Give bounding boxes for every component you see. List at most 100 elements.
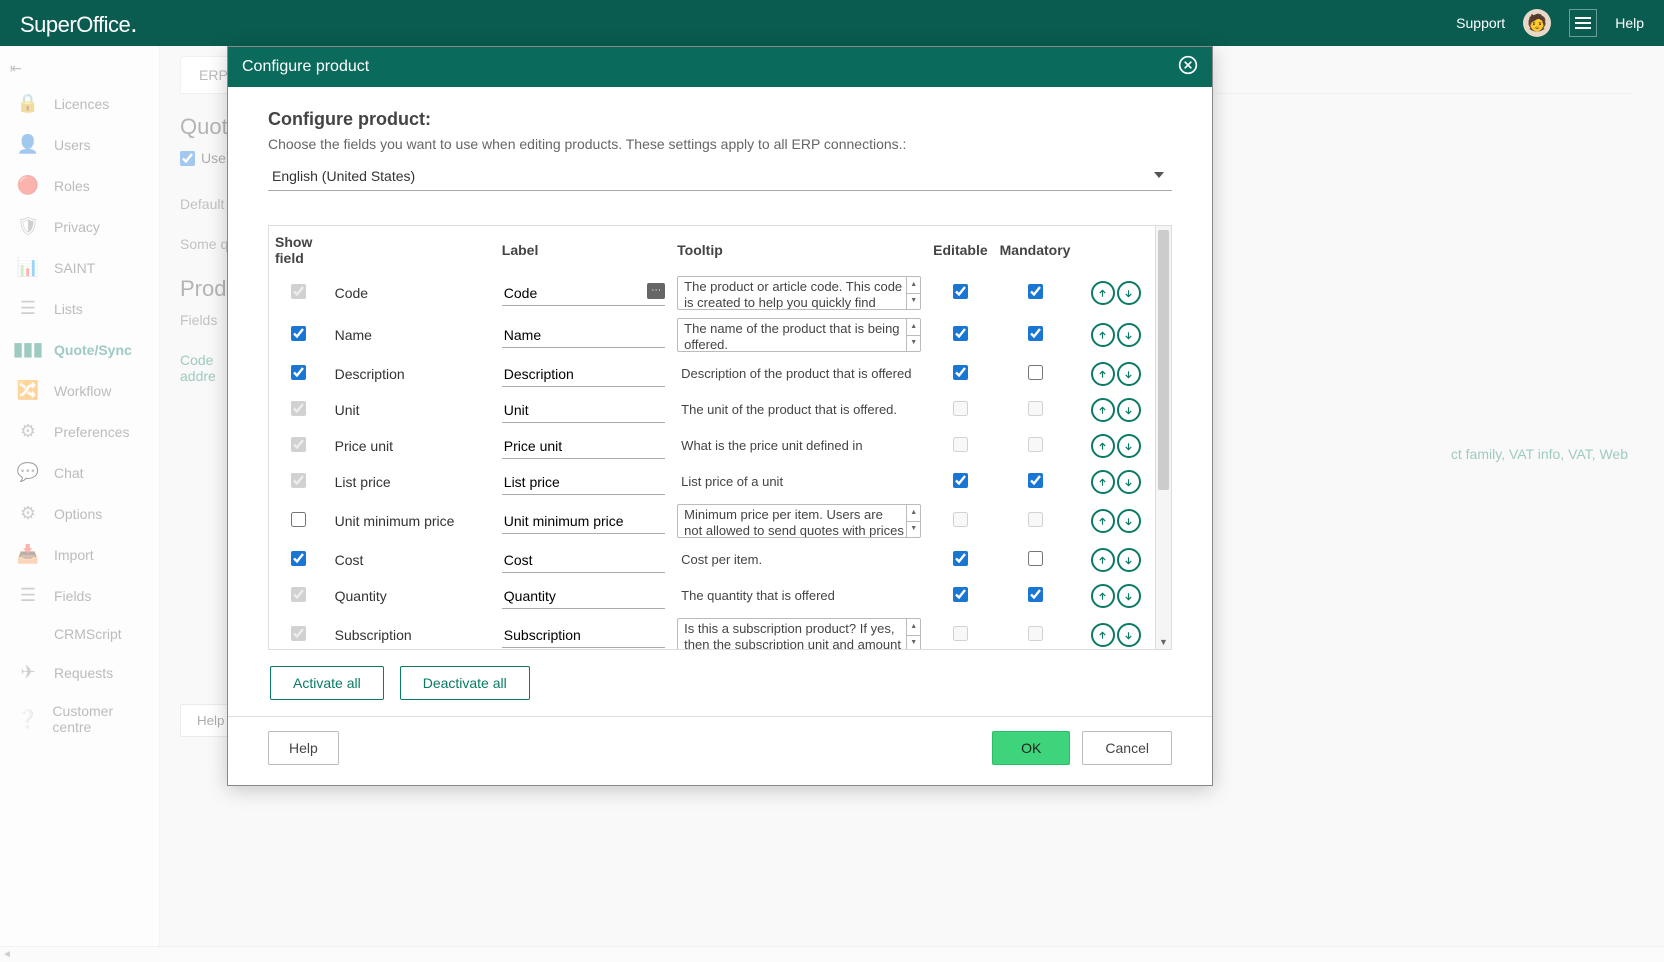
move-down-button[interactable] [1117,509,1141,533]
field-row: Price unit What is the price unit defined… [269,428,1155,464]
label-input[interactable] [502,509,665,534]
move-down-button[interactable] [1117,623,1141,647]
close-icon[interactable] [1178,55,1198,80]
col-tooltip: Tooltip [671,226,927,272]
label-input[interactable] [502,548,665,573]
field-name: Unit minimum price [329,500,496,542]
field-name: Description [329,356,496,392]
move-down-button[interactable] [1117,584,1141,608]
grid-scrollbar[interactable]: ▼ [1155,226,1171,649]
mandatory-checkbox[interactable] [1028,401,1043,416]
tooltip-textarea[interactable]: The product or article code. This code i… [677,276,921,310]
editable-checkbox[interactable] [953,473,968,488]
cancel-button[interactable]: Cancel [1082,731,1172,765]
field-row: QuantityThe quantity that is offered [269,578,1155,614]
move-down-button[interactable] [1117,434,1141,458]
ellipsis-icon[interactable]: ⋯ [647,283,665,299]
label-input[interactable] [502,623,665,648]
move-up-button[interactable] [1091,584,1115,608]
editable-checkbox[interactable] [953,551,968,566]
help-link[interactable]: Help [1615,15,1644,31]
field-name: Price unit [329,428,496,464]
field-row: Unit The unit of the product that is offe… [269,392,1155,428]
show-checkbox[interactable] [291,437,306,452]
tooltip-textarea[interactable]: The name of the product that is being of… [677,318,921,352]
field-row: Unit minimum price Minimum price per item… [269,500,1155,542]
editable-checkbox[interactable] [953,512,968,527]
tooltip-textarea[interactable]: Minimum price per item. Users are not al… [677,504,921,538]
editable-checkbox[interactable] [953,284,968,299]
editable-checkbox[interactable] [953,365,968,380]
deactivate-all-button[interactable]: Deactivate all [400,666,530,700]
mandatory-checkbox[interactable] [1028,473,1043,488]
label-input[interactable] [502,584,665,609]
mandatory-checkbox[interactable] [1028,512,1043,527]
show-checkbox[interactable] [291,512,306,527]
move-up-button[interactable] [1091,398,1115,422]
mandatory-checkbox[interactable] [1028,365,1043,380]
move-up-button[interactable] [1091,281,1115,305]
move-up-button[interactable] [1091,323,1115,347]
avatar[interactable]: 🧑 [1523,9,1551,37]
editable-checkbox[interactable] [953,437,968,452]
mandatory-checkbox[interactable] [1028,626,1043,641]
show-checkbox[interactable] [291,626,306,641]
mandatory-checkbox[interactable] [1028,587,1043,602]
field-name: Subscription [329,614,496,649]
show-checkbox[interactable] [291,401,306,416]
show-checkbox[interactable] [291,473,306,488]
move-up-button[interactable] [1091,470,1115,494]
label-input[interactable] [502,362,665,387]
move-up-button[interactable] [1091,548,1115,572]
editable-checkbox[interactable] [953,326,968,341]
ok-button[interactable]: OK [992,731,1070,765]
move-down-button[interactable] [1117,548,1141,572]
label-input[interactable] [502,470,665,495]
move-down-button[interactable] [1117,398,1141,422]
tooltip-text: Description of the product that is offer… [677,364,921,385]
tooltip-textarea[interactable]: Is this a subscription product? If yes, … [677,618,921,649]
tooltip-text: The unit of the product that is offered. [677,400,921,421]
label-input[interactable] [502,434,665,459]
move-up-button[interactable] [1091,509,1115,533]
mandatory-checkbox[interactable] [1028,551,1043,566]
move-up-button[interactable] [1091,362,1115,386]
field-row: List priceList price of a unit [269,464,1155,500]
move-down-button[interactable] [1117,362,1141,386]
mandatory-checkbox[interactable] [1028,326,1043,341]
field-name: Code [329,272,496,314]
field-row: NameThe name of the product that is bein… [269,314,1155,356]
label-input[interactable] [502,281,665,306]
editable-checkbox[interactable] [953,587,968,602]
show-checkbox[interactable] [291,284,306,299]
modal-help-button[interactable]: Help [268,731,339,765]
editable-checkbox[interactable] [953,626,968,641]
fields-grid: Show field Label Tooltip Editable Mandat… [268,225,1172,650]
move-down-button[interactable] [1117,470,1141,494]
mandatory-checkbox[interactable] [1028,437,1043,452]
field-name: Cost [329,542,496,578]
hamburger-icon[interactable] [1569,9,1597,37]
field-name: Unit [329,392,496,428]
support-link[interactable]: Support [1456,15,1505,31]
language-select[interactable] [268,162,1172,191]
editable-checkbox[interactable] [953,401,968,416]
col-show: Show field [269,226,329,272]
show-checkbox[interactable] [291,551,306,566]
modal-title: Configure product [242,58,369,76]
activate-all-button[interactable]: Activate all [270,666,384,700]
show-checkbox[interactable] [291,326,306,341]
field-row: Code ⋯ The product or article code. This c… [269,272,1155,314]
move-up-button[interactable] [1091,623,1115,647]
move-up-button[interactable] [1091,434,1115,458]
show-checkbox[interactable] [291,587,306,602]
tooltip-text: The quantity that is offered [677,586,921,607]
move-down-button[interactable] [1117,281,1141,305]
label-input[interactable] [502,323,665,348]
mandatory-checkbox[interactable] [1028,284,1043,299]
move-down-button[interactable] [1117,323,1141,347]
label-input[interactable] [502,398,665,423]
col-editable: Editable [927,226,993,272]
tooltip-text: What is the price unit defined in [677,436,921,457]
show-checkbox[interactable] [291,365,306,380]
